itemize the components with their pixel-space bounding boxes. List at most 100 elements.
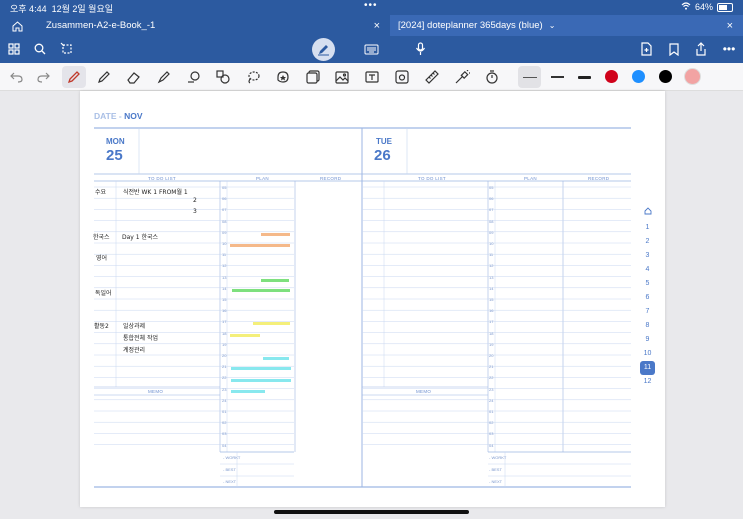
highlight-cyan [231,390,265,393]
home-indicator[interactable] [274,510,469,514]
side-nav-item[interactable]: 10 [640,347,655,361]
hour-label: 13 [222,274,227,280]
color-pink[interactable] [685,69,700,84]
home-icon[interactable] [10,19,24,33]
side-nav-item[interactable]: 11 [640,361,655,375]
handwritten-key: 수요 [95,189,107,196]
footer-label: - WORKT [223,455,241,460]
color-red[interactable] [605,70,618,83]
side-home-icon[interactable] [640,207,655,221]
side-nav-item[interactable]: 6 [640,291,655,305]
hour-label: 21 [222,364,227,370]
hour-label: 16 [489,308,494,314]
lasso-share-icon[interactable] [59,41,75,57]
lasso-icon[interactable] [243,67,263,87]
stroke-thick-icon[interactable] [574,67,594,87]
day-of-week-tue: TUE [376,137,392,146]
bookmark-icon[interactable] [667,41,681,57]
plan-label: PLAN [256,176,269,181]
planner-grid [94,127,631,488]
text-box-icon[interactable] [303,67,323,87]
pen-tool-icon[interactable] [62,66,86,88]
ruler-icon[interactable] [422,67,442,87]
tab-doteplanner[interactable]: [2024] doteplanner 365days (blue) ⌄ × [390,15,743,36]
status-time: 오후 4:44 12월 2일 월요일 [10,4,114,14]
elements-icon[interactable] [213,67,233,87]
handwritten-text: 2 [193,197,197,204]
shape-tool-icon[interactable] [184,67,204,87]
close-icon[interactable]: × [374,20,380,32]
camera-icon[interactable] [392,67,412,87]
planner-page[interactable]: DATE - NOV MON 25 TUE 26 TO DO LIST PLAN… [80,91,665,507]
color-blue[interactable] [632,70,645,83]
chevron-down-icon[interactable]: ⌄ [549,21,556,30]
redo-icon[interactable] [33,67,53,87]
side-nav-item[interactable]: 8 [640,319,655,333]
hour-label: 06 [222,196,227,202]
document-tab-bar: Zusammen-A2-e-Book_-1 × [2024] doteplann… [0,15,743,36]
hour-label: 14 [222,285,227,291]
undo-icon[interactable] [6,67,26,87]
hour-label: 16 [222,308,227,314]
hour-label: 14 [489,285,494,291]
footer-label: - BEST [489,467,502,472]
hour-label: 04 [489,442,494,448]
page-side-nav: 1 2 3 4 5 6 7 8 9 10 11 12 [640,207,655,385]
side-nav-item[interactable]: 7 [640,305,655,319]
highlight-orange [230,244,290,247]
hour-label: 05 [489,185,494,190]
microphone-icon[interactable] [413,41,427,57]
close-icon[interactable]: × [727,20,733,32]
side-nav-item[interactable]: 5 [640,277,655,291]
record-label: RECORD [320,176,342,181]
tab-label: [2024] doteplanner 365days (blue) [398,20,543,31]
add-page-icon[interactable] [639,41,653,57]
memo-label: MEMO [416,389,432,394]
hour-label: 24 [222,397,227,403]
tab-zusammen[interactable]: Zusammen-A2-e-Book_-1 × [36,15,390,36]
color-black[interactable] [659,70,672,83]
hour-label: 19 [489,341,494,347]
eraser-icon[interactable] [124,67,144,87]
highlight-green [232,289,290,292]
side-nav-item[interactable]: 9 [640,333,655,347]
handwritten-key: 영어 [96,255,108,262]
hour-label: 19 [222,341,227,347]
multitask-dots[interactable]: ••• [364,0,378,11]
handwritten-text: 계정관리 [123,347,146,354]
hour-label: 15 [222,297,227,302]
timer-icon[interactable] [482,67,502,87]
search-icon[interactable] [33,42,47,56]
stroke-thin-icon[interactable] [518,66,541,88]
pen-mode-icon[interactable] [312,38,335,61]
footer-label: - NEXT [489,479,503,484]
side-nav-item[interactable]: 3 [640,249,655,263]
side-nav-item[interactable]: 1 [640,221,655,235]
handwritten-text: 3 [193,208,197,215]
grid-icon[interactable] [7,42,21,56]
stroke-medium-icon[interactable] [547,67,567,87]
side-nav-item[interactable]: 12 [640,375,655,389]
more-icon[interactable]: ••• [721,41,737,57]
handwritten-key: 한국스 [93,234,110,241]
image-icon[interactable] [332,67,352,87]
hour-label: 23 [222,386,227,392]
side-nav-item[interactable]: 4 [640,263,655,277]
laser-pointer-icon[interactable] [452,67,472,87]
hour-label: 18 [489,330,494,336]
hour-label: 07 [222,207,227,213]
keyboard-icon[interactable] [363,42,379,56]
hour-label: 10 [222,241,227,246]
record-label: RECORD [588,176,610,181]
side-nav-item[interactable]: 2 [640,235,655,249]
sticker-icon[interactable] [273,67,293,87]
hour-label: 11 [222,252,227,258]
hour-label: 15 [489,297,494,302]
day-number-25: 25 [106,147,123,164]
footer-label: - BEST [223,467,236,472]
highlighter-icon[interactable] [154,67,174,87]
pencil-icon[interactable] [94,67,114,87]
footer-label: - NEXT [223,479,237,484]
share-icon[interactable] [694,41,708,57]
text-tool-icon[interactable] [362,67,382,87]
